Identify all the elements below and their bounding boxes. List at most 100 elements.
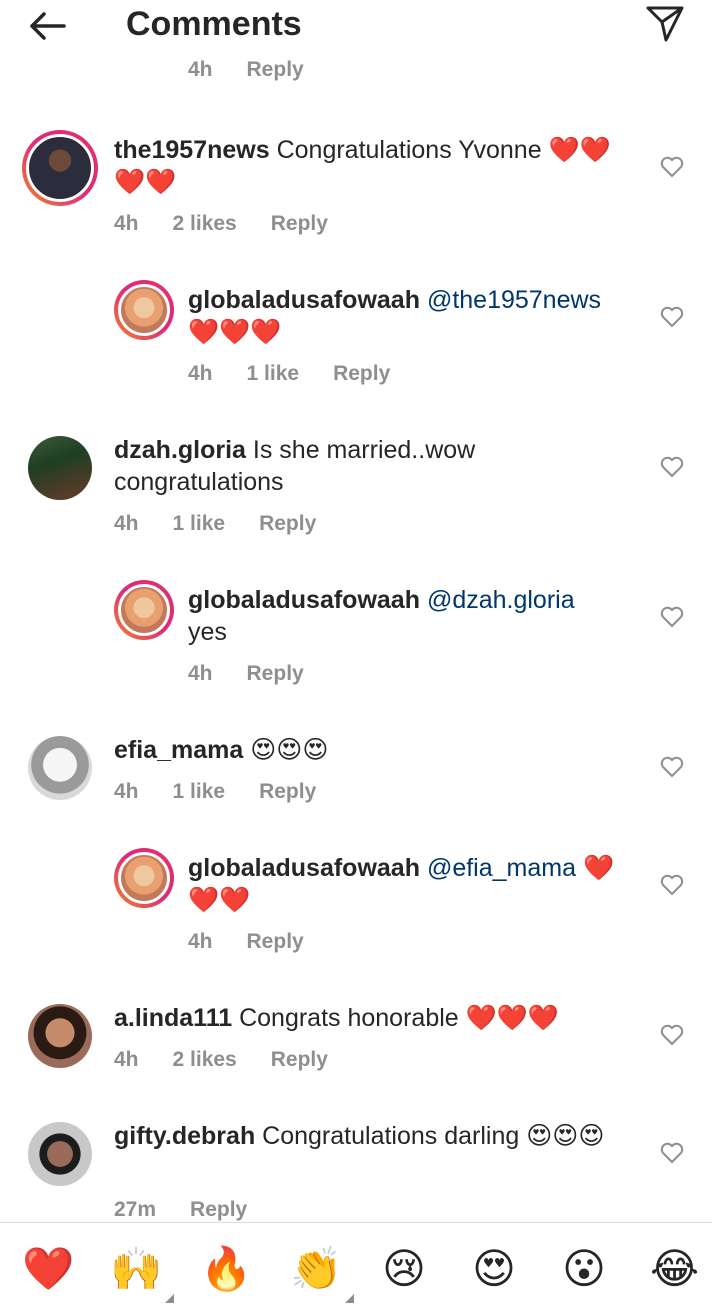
- avatar[interactable]: [22, 130, 98, 206]
- header: Comments: [0, 0, 712, 52]
- comment-meta: 4h 1 like Reply: [114, 780, 350, 804]
- comment-meta: 4h 2 likes Reply: [114, 212, 362, 236]
- like-button[interactable]: [660, 1142, 684, 1164]
- surprised-face-emoji-button[interactable]: 😮: [560, 1245, 608, 1293]
- red-heart-emoji-button[interactable]: ❤️: [22, 1245, 74, 1293]
- comment-time: 4h: [114, 780, 139, 803]
- reply-button[interactable]: Reply: [247, 58, 304, 82]
- likes-count[interactable]: 2 likes: [173, 212, 237, 235]
- like-button[interactable]: [660, 606, 684, 628]
- avatar[interactable]: [28, 1122, 92, 1186]
- reply-button[interactable]: Reply: [247, 662, 304, 685]
- emoji: 😍😍😍: [526, 1122, 605, 1150]
- username[interactable]: the1957news: [114, 136, 270, 164]
- comment-meta: 4h 1 like Reply: [114, 512, 350, 536]
- like-button[interactable]: [660, 756, 684, 778]
- skin-tone-indicator: [165, 1294, 174, 1303]
- like-button[interactable]: [660, 306, 684, 328]
- comment-text: dzah.gloria Is she married..wow congratu…: [114, 434, 634, 498]
- page-title: Comments: [126, 5, 302, 43]
- username[interactable]: efia_mama: [114, 736, 243, 764]
- clapping-hands-emoji-button[interactable]: 👏: [290, 1245, 354, 1303]
- crying-face-emoji-button[interactable]: 😢: [380, 1245, 428, 1293]
- fire-emoji-button[interactable]: 🔥: [200, 1245, 252, 1293]
- likes-count[interactable]: 1 like: [173, 512, 226, 535]
- back-button[interactable]: [24, 6, 72, 46]
- reply-button[interactable]: Reply: [190, 1198, 247, 1221]
- comment-text: globaladusafowaah @efia_mama ❤️❤️❤️: [188, 852, 638, 916]
- raising-hands-emoji: 🙌: [110, 1244, 163, 1293]
- emoji: 😍😍😍: [250, 736, 329, 764]
- reply-button[interactable]: Reply: [259, 512, 316, 535]
- back-arrow-icon: [30, 12, 66, 40]
- like-button[interactable]: [660, 156, 684, 178]
- comment-meta: 27m Reply: [114, 1198, 281, 1222]
- raising-hands-emoji-button[interactable]: 🙌: [110, 1245, 174, 1303]
- reply-button[interactable]: Reply: [259, 780, 316, 803]
- clapping-hands-emoji: 👏: [290, 1244, 343, 1293]
- username[interactable]: dzah.gloria: [114, 436, 246, 464]
- mention[interactable]: @the1957news: [427, 286, 601, 314]
- likes-count[interactable]: 1 like: [247, 362, 300, 385]
- avatar[interactable]: [28, 436, 92, 500]
- reply-button[interactable]: Reply: [333, 362, 390, 385]
- avatar[interactable]: [28, 736, 92, 800]
- comment-meta: 4h Reply: [188, 662, 338, 686]
- share-button[interactable]: [640, 2, 688, 46]
- heart-icon: [660, 306, 684, 328]
- emoji-quick-bar: ❤️ 🙌 🔥 👏 😢 😍 😮 😂: [0, 1222, 712, 1316]
- comment-time: 4h: [114, 212, 139, 235]
- username[interactable]: gifty.debrah: [114, 1122, 255, 1150]
- comment-text: the1957news Congratulations Yvonne ❤️❤️❤…: [114, 134, 634, 198]
- likes-count[interactable]: 1 like: [173, 780, 226, 803]
- likes-count[interactable]: 2 likes: [173, 1048, 237, 1071]
- heart-icon: [660, 606, 684, 628]
- reply-button[interactable]: Reply: [271, 212, 328, 235]
- avatar[interactable]: [114, 580, 174, 640]
- comment-body: Congratulations darling: [255, 1122, 527, 1150]
- heart-eyes-emoji-button[interactable]: 😍: [470, 1245, 518, 1293]
- comment-meta: 4h 1 like Reply: [188, 362, 424, 386]
- username[interactable]: globaladusafowaah: [188, 586, 420, 614]
- comment-time: 4h: [114, 1048, 139, 1071]
- mention[interactable]: @dzah.gloria: [427, 586, 575, 614]
- comment-body: Congratulations Yvonne: [269, 136, 549, 164]
- comment-text: a.linda111 Congrats honorable ❤️❤️❤️: [114, 1002, 634, 1034]
- heart-icon: [660, 1024, 684, 1046]
- username[interactable]: a.linda111: [114, 1004, 232, 1032]
- comment-time: 4h: [114, 512, 139, 535]
- comment-text: gifty.debrah Congratulations darling 😍😍😍: [114, 1120, 634, 1152]
- avatar[interactable]: [28, 1004, 92, 1068]
- comment-time: 4h: [188, 362, 213, 385]
- comment-text: globaladusafowaah @the1957news ❤️❤️❤️: [188, 284, 638, 348]
- heart-icon: [660, 156, 684, 178]
- like-button[interactable]: [660, 456, 684, 478]
- reply-button[interactable]: Reply: [271, 1048, 328, 1071]
- heart-icon: [660, 756, 684, 778]
- username[interactable]: globaladusafowaah: [188, 286, 420, 314]
- skin-tone-indicator: [345, 1294, 354, 1303]
- comment-body: [576, 854, 583, 882]
- comment-text: efia_mama 😍😍😍: [114, 734, 634, 766]
- comment-time: 4h: [188, 930, 213, 953]
- comment-time: 27m: [114, 1198, 157, 1221]
- heart-icon: [660, 1142, 684, 1164]
- avatar[interactable]: [114, 280, 174, 340]
- mention[interactable]: @efia_mama: [427, 854, 576, 882]
- like-button[interactable]: [660, 874, 684, 896]
- reply-button[interactable]: Reply: [247, 930, 304, 953]
- like-button[interactable]: [660, 1024, 684, 1046]
- comment-body: yes: [188, 618, 227, 646]
- comment-text: globaladusafowaah @dzah.gloria yes: [188, 584, 638, 648]
- heart-icon: [660, 874, 684, 896]
- tears-of-joy-emoji-button[interactable]: 😂: [650, 1245, 699, 1293]
- comment-meta: 4h 2 likes Reply: [114, 1048, 362, 1072]
- comment-meta: 4h Reply: [188, 930, 338, 954]
- comment-body: Congrats honorable: [232, 1004, 466, 1032]
- username[interactable]: globaladusafowaah: [188, 854, 420, 882]
- emoji: ❤️❤️❤️: [188, 318, 282, 346]
- avatar[interactable]: [114, 848, 174, 908]
- heart-icon: [660, 456, 684, 478]
- emoji: ❤️❤️❤️: [465, 1004, 560, 1032]
- comment-time: 4h: [188, 58, 213, 81]
